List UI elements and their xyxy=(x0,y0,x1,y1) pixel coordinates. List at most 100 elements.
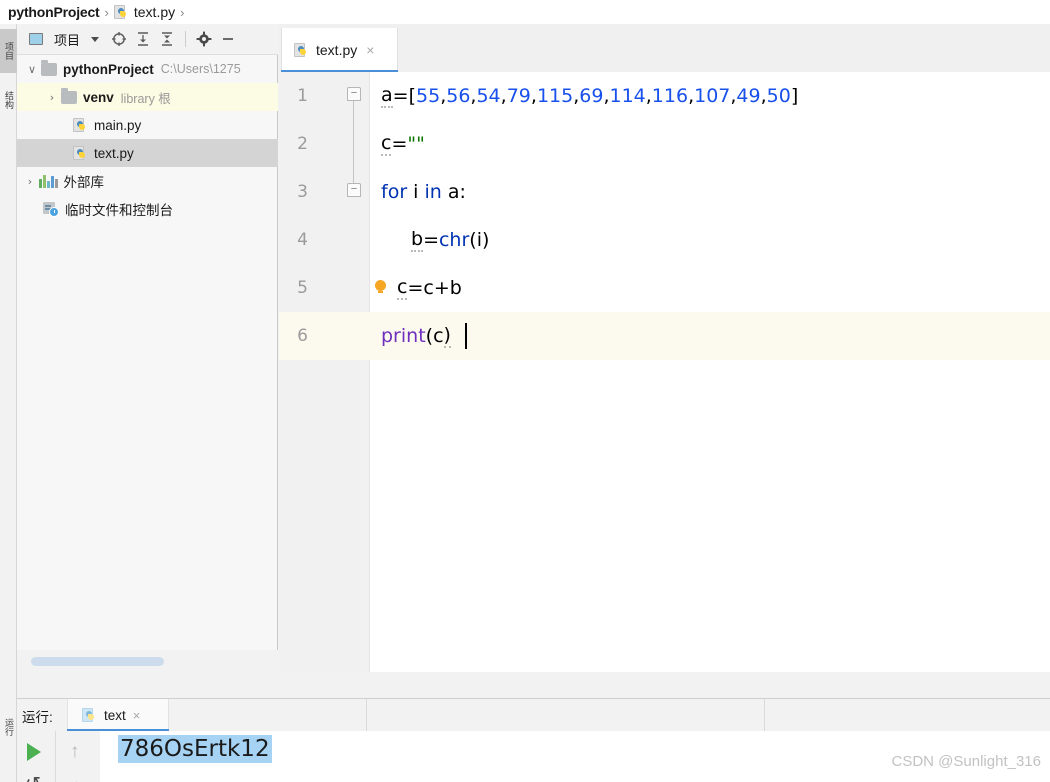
token-number: 55 xyxy=(416,85,441,107)
token-var-c: c xyxy=(433,325,444,347)
token-var-a: a xyxy=(381,84,393,108)
chevron-down-icon[interactable] xyxy=(86,30,104,48)
token-var-b: b xyxy=(411,228,424,252)
token-colon: : xyxy=(459,181,466,203)
hide-panel-icon[interactable] xyxy=(219,30,237,48)
strip-button-structure[interactable]: 结构 xyxy=(0,80,17,120)
tree-row-venv[interactable]: › venv library 根 xyxy=(17,83,278,111)
scroll-up-icon[interactable]: ↑ xyxy=(70,742,80,761)
code-line-5[interactable]: 5 c = c + b xyxy=(279,264,1050,312)
code-line-6[interactable]: 6 print(c) xyxy=(279,312,1050,360)
project-panel-hscrollbar[interactable] xyxy=(17,650,278,672)
tree-row-text-py[interactable]: text.py xyxy=(17,139,278,167)
chevron-collapsed-icon[interactable]: › xyxy=(21,175,39,188)
intention-bulb-icon[interactable] xyxy=(375,280,386,295)
toolbar-divider xyxy=(185,31,187,47)
code-line-3[interactable]: 3 for i in a: xyxy=(279,168,1050,216)
token-number: 50 xyxy=(766,85,791,107)
token-number: 79 xyxy=(506,85,531,107)
close-icon[interactable]: × xyxy=(366,42,374,58)
run-tab-text[interactable]: text × xyxy=(67,699,169,731)
token-assign: = xyxy=(423,229,439,251)
scroll-down-icon[interactable]: ↓ xyxy=(72,777,81,782)
code-line-2[interactable]: 2 c = "" xyxy=(279,120,1050,168)
tree-label: main.py xyxy=(94,117,142,133)
strip-button-run[interactable]: 运行 xyxy=(0,708,17,746)
console-output-text: 786OsErtk12 xyxy=(118,735,272,763)
token-kw-for: for xyxy=(381,181,408,203)
code-line-1[interactable]: 1 a =[55, 56, 54, 79, 115, 69, 114, 116, 107, 49, 5… xyxy=(279,72,1050,120)
locate-target-icon[interactable] xyxy=(110,30,128,48)
line-content: a =[55, 56, 54, 79, 115, 69, 114, 116, 107, 49, 50] xyxy=(381,72,1050,120)
line-number: 3 xyxy=(297,182,308,202)
line-content: b = chr(i) xyxy=(411,216,1050,264)
project-panel-toolbar: 项目 xyxy=(17,24,278,55)
watermark: CSDN @Sunlight_316 xyxy=(891,753,1041,770)
run-play-icon[interactable] xyxy=(27,743,41,761)
token-var-c: c xyxy=(423,277,434,299)
token-bracket-open: [ xyxy=(408,85,416,107)
token-var-b: b xyxy=(449,277,462,299)
left-tool-strip: 项目 结构 运行 xyxy=(0,24,17,782)
tree-row-scratches[interactable]: 临时文件和控制台 xyxy=(17,195,278,223)
scrollbar-thumb[interactable] xyxy=(31,657,164,666)
line-content: print(c) xyxy=(381,312,1050,360)
rerun-icon[interactable]: ↺ xyxy=(25,775,41,782)
breadcrumb-project[interactable]: pythonProject xyxy=(8,4,100,20)
close-icon[interactable]: × xyxy=(133,708,141,723)
token-assign: = xyxy=(392,85,409,107)
folder-icon xyxy=(41,59,57,76)
tree-label: pythonProject xyxy=(63,61,154,77)
tree-label: 外部库 xyxy=(63,175,105,190)
token-paren-close: ) xyxy=(443,324,451,348)
settings-gear-icon[interactable] xyxy=(195,30,213,48)
run-window-label: 运行: xyxy=(22,710,53,725)
token-number: 115 xyxy=(536,85,574,107)
token-paren-close: ) xyxy=(482,229,490,251)
chevron-collapsed-icon[interactable]: › xyxy=(43,91,61,104)
project-tree: ∨ pythonProject C:\Users\1275 › venv lib… xyxy=(17,55,278,650)
line-content: c = c + b xyxy=(397,264,1050,312)
tree-row-external-libraries[interactable]: › 外部库 xyxy=(17,167,278,195)
expand-all-icon[interactable] xyxy=(134,30,152,48)
tree-label: venv xyxy=(83,89,114,105)
tree-row-main-py[interactable]: main.py xyxy=(17,111,278,139)
tree-sublabel: library 根 xyxy=(120,91,171,106)
code-line-4[interactable]: 4 b = chr(i) xyxy=(279,216,1050,264)
run-header-divider-2 xyxy=(764,699,765,731)
token-var-a: a xyxy=(447,181,460,203)
collapse-all-icon[interactable] xyxy=(158,30,176,48)
token-empty-string: "" xyxy=(407,133,425,155)
editor-tab-text-py[interactable]: text.py × xyxy=(281,28,398,72)
tree-row-project-root[interactable]: ∨ pythonProject C:\Users\1275 xyxy=(17,55,278,83)
project-panel-title: 项目 xyxy=(54,32,81,48)
breadcrumb-separator-1: › xyxy=(104,4,109,20)
token-number: 116 xyxy=(651,85,689,107)
tree-label: text.py xyxy=(94,145,134,161)
run-tab-label: text xyxy=(104,707,126,723)
token-var-c: c xyxy=(381,132,392,156)
token-var-c: c xyxy=(397,276,408,300)
tree-label: 临时文件和控制台 xyxy=(65,203,173,218)
python-file-icon xyxy=(73,145,88,161)
editor-tabbar: text.py × xyxy=(279,24,1050,72)
token-number: 69 xyxy=(579,85,604,107)
project-panel: 项目 ∨ pythonProject C:\Users\1275 › venv … xyxy=(17,24,278,672)
line-content: for i in a: xyxy=(381,168,1050,216)
external-libraries-icon xyxy=(39,174,58,188)
run-toolbar: ↑ ↺ ↓ xyxy=(17,731,100,782)
breadcrumb-file[interactable]: text.py xyxy=(134,4,175,20)
chevron-expanded-icon[interactable]: ∨ xyxy=(23,63,41,76)
python-file-icon xyxy=(73,117,88,133)
line-number: 1 xyxy=(297,86,308,106)
token-assign: = xyxy=(407,277,424,299)
token-number: 107 xyxy=(694,85,731,107)
scratches-consoles-icon xyxy=(43,202,59,217)
token-assign: = xyxy=(391,133,408,155)
strip-button-project[interactable]: 项目 xyxy=(0,29,17,73)
project-view-icon[interactable] xyxy=(27,30,45,48)
pycharm-window: pythonProject › text.py › 项目 结构 运行 项目 ∨ … xyxy=(0,0,1050,782)
code-editor[interactable]: − − 1 a =[55, 56, 54, 79, 115, 69, 114, 116, 107,… xyxy=(279,72,1050,672)
line-number: 6 xyxy=(297,326,308,346)
folder-icon xyxy=(61,87,77,104)
